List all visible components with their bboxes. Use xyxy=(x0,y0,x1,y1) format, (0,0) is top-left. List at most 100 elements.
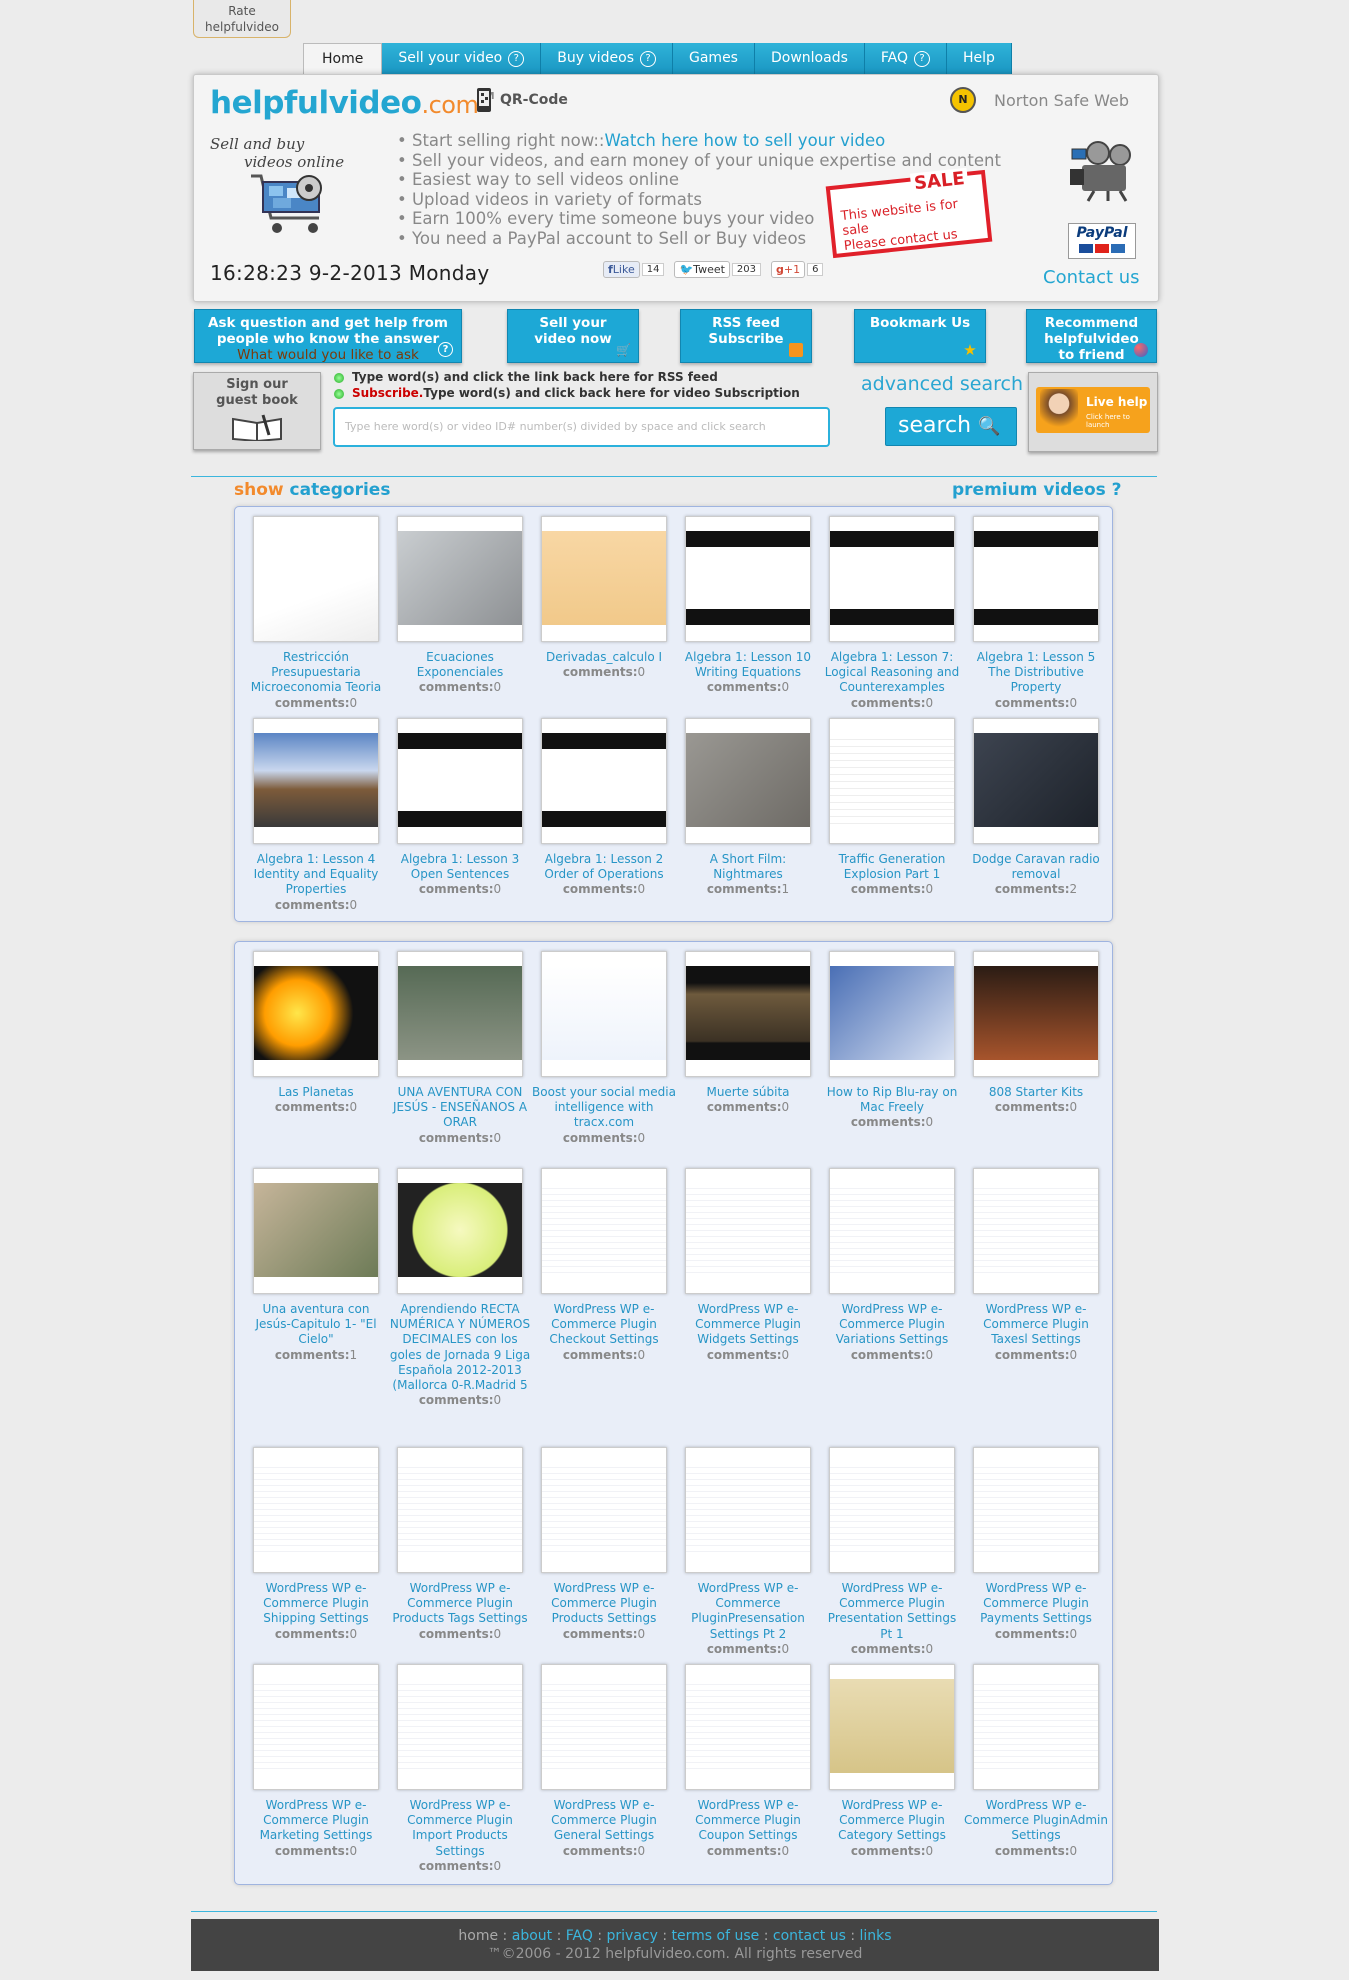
video-thumbnail[interactable] xyxy=(829,516,955,642)
video-card[interactable]: WordPress WP e-Commerce Plugin Payments … xyxy=(964,1447,1108,1642)
video-card[interactable]: Algebra 1: Lesson 4 Identity and Equalit… xyxy=(244,718,388,913)
video-thumbnail[interactable] xyxy=(253,1168,379,1294)
video-title[interactable]: Muerte súbita xyxy=(676,1085,820,1100)
video-title[interactable]: WordPress WP e-Commerce Plugin Presentat… xyxy=(820,1581,964,1642)
recommend-button[interactable]: Recommend helpfulvideo to friend xyxy=(1026,309,1157,363)
video-thumbnail[interactable] xyxy=(253,1447,379,1573)
video-card[interactable]: WordPress WP e-Commerce Plugin Widgets S… xyxy=(676,1168,820,1363)
video-title[interactable]: Dodge Caravan radio removal xyxy=(964,852,1108,882)
norton-badge[interactable]: N Norton Safe Web xyxy=(950,87,1129,113)
footer-link-privacy[interactable]: privacy xyxy=(607,1928,658,1944)
video-thumbnail[interactable] xyxy=(829,1447,955,1573)
video-title[interactable]: WordPress WP e-Commerce Plugin General S… xyxy=(532,1798,676,1844)
video-title[interactable]: 808 Starter Kits xyxy=(964,1085,1108,1100)
video-thumbnail[interactable] xyxy=(973,1664,1099,1790)
rss-subscribe-button[interactable]: RSS feed Subscribe xyxy=(680,309,812,363)
contact-link[interactable]: Contact us xyxy=(1043,267,1140,288)
video-card[interactable]: Aprendiendo RECTA NUMÉRICA Y NÚMEROS DEC… xyxy=(388,1168,532,1408)
video-card[interactable]: A Short Film: Nightmares comments:1 xyxy=(676,718,820,898)
video-title[interactable]: WordPress WP e-Commerce Plugin Taxesl Se… xyxy=(964,1302,1108,1348)
video-card[interactable]: WordPress WP e-Commerce Plugin Marketing… xyxy=(244,1664,388,1859)
video-card[interactable]: WordPress WP e-Commerce Plugin Shipping … xyxy=(244,1447,388,1642)
video-thumbnail[interactable] xyxy=(685,1664,811,1790)
video-thumbnail[interactable] xyxy=(541,1168,667,1294)
video-card[interactable]: Algebra 1: Lesson 7: Logical Reasoning a… xyxy=(820,516,964,711)
video-title[interactable]: WordPress WP e-Commerce Plugin Widgets S… xyxy=(676,1302,820,1348)
search-button[interactable]: search 🔍 xyxy=(885,407,1017,446)
video-title[interactable]: WordPress WP e-Commerce Plugin Import Pr… xyxy=(388,1798,532,1859)
video-title[interactable]: WordPress WP e-Commerce Plugin Marketing… xyxy=(244,1798,388,1844)
video-card[interactable]: WordPress WP e-Commerce Plugin Products … xyxy=(388,1447,532,1642)
video-card[interactable]: Derivadas_calculo Icomments:0 xyxy=(532,516,676,680)
video-thumbnail[interactable] xyxy=(685,1168,811,1294)
video-title[interactable]: Ecuaciones Exponenciales xyxy=(388,650,532,680)
video-thumbnail[interactable] xyxy=(253,1664,379,1790)
video-thumbnail[interactable] xyxy=(685,516,811,642)
video-card[interactable]: WordPress WP e-Commerce Plugin General S… xyxy=(532,1664,676,1859)
video-thumbnail[interactable] xyxy=(253,516,379,642)
video-thumbnail[interactable] xyxy=(541,1447,667,1573)
video-card[interactable]: Algebra 1: Lesson 2 Order of Operations c… xyxy=(532,718,676,898)
video-card[interactable]: WordPress WP e-Commerce Plugin Presentat… xyxy=(820,1447,964,1657)
video-thumbnail[interactable] xyxy=(541,718,667,844)
video-thumbnail[interactable] xyxy=(397,516,523,642)
paypal-badge[interactable]: PayPal xyxy=(1068,223,1136,259)
video-title[interactable]: WordPress WP e-Commerce Plugin Payments … xyxy=(964,1581,1108,1627)
video-card[interactable]: How to Rip Blu-ray on Mac Freely comments… xyxy=(820,951,964,1131)
video-thumbnail[interactable] xyxy=(685,718,811,844)
video-title[interactable]: Algebra 1: Lesson 7: Logical Reasoning a… xyxy=(820,650,964,696)
video-thumbnail[interactable] xyxy=(541,1664,667,1790)
search-input[interactable]: Type here word(s) or video ID# number(s)… xyxy=(333,407,830,447)
video-card[interactable]: UNA AVENTURA CON JESÚS - ENSEÑANOS A ORA… xyxy=(388,951,532,1146)
video-title[interactable]: WordPress WP e-Commerce Plugin Shipping … xyxy=(244,1581,388,1627)
video-thumbnail[interactable] xyxy=(253,951,379,1077)
video-card[interactable]: Boost your social media intelligence wit… xyxy=(532,951,676,1146)
tweet-button[interactable]: 🐦Tweet xyxy=(674,261,730,278)
video-card[interactable]: Algebra 1: Lesson 10 Writing Equations co… xyxy=(676,516,820,696)
video-card[interactable]: WordPress WP e-Commerce Plugin Import Pr… xyxy=(388,1664,532,1874)
facebook-like-button[interactable]: fLike xyxy=(603,261,640,278)
rate-button[interactable]: Rate helpfulvideo xyxy=(193,0,291,38)
video-title[interactable]: WordPress WP e-Commerce PluginPresensati… xyxy=(676,1581,820,1642)
live-help-button[interactable]: Live help Click here to launch xyxy=(1028,372,1158,452)
video-title[interactable]: WordPress WP e-Commerce Plugin Variation… xyxy=(820,1302,964,1348)
tab-buy-videos[interactable]: Buy videos? xyxy=(541,43,673,74)
video-thumbnail[interactable] xyxy=(397,1447,523,1573)
footer-link-about[interactable]: about xyxy=(512,1928,552,1944)
video-title[interactable]: Aprendiendo RECTA NUMÉRICA Y NÚMEROS DEC… xyxy=(388,1302,532,1393)
video-title[interactable]: Boost your social media intelligence wit… xyxy=(532,1085,676,1131)
video-title[interactable]: WordPress WP e-Commerce Plugin Products … xyxy=(532,1581,676,1627)
video-thumbnail[interactable] xyxy=(829,951,955,1077)
video-title[interactable]: Algebra 1: Lesson 10 Writing Equations xyxy=(676,650,820,680)
video-card[interactable]: WordPress WP e-Commerce Plugin Taxesl Se… xyxy=(964,1168,1108,1363)
video-card[interactable]: WordPress WP e-Commerce Plugin Category … xyxy=(820,1664,964,1859)
tab-home[interactable]: Home xyxy=(303,43,383,75)
site-logo[interactable]: helpfulvideo.comTM xyxy=(210,85,495,121)
bookmark-button[interactable]: Bookmark Us ★ xyxy=(854,309,986,363)
ask-question-button[interactable]: Ask question and get help from people wh… xyxy=(194,309,462,363)
video-card[interactable]: Traffic Generation Explosion Part 1 comme… xyxy=(820,718,964,898)
video-thumbnail[interactable] xyxy=(973,951,1099,1077)
video-title[interactable]: Algebra 1: Lesson 3 Open Sentences xyxy=(388,852,532,882)
footer-link-contact-us[interactable]: contact us xyxy=(773,1928,846,1944)
video-thumbnail[interactable] xyxy=(973,1447,1099,1573)
tab-sell-your-video[interactable]: Sell your video? xyxy=(382,43,542,74)
gplus-button[interactable]: g+1 xyxy=(771,261,806,278)
video-thumbnail[interactable] xyxy=(829,1168,955,1294)
video-title[interactable]: Algebra 1: Lesson 4 Identity and Equalit… xyxy=(244,852,388,898)
video-card[interactable]: Una aventura con Jesús-Capitulo 1- "El C… xyxy=(244,1168,388,1363)
guestbook-button[interactable]: Sign our guest book xyxy=(193,372,321,450)
video-thumbnail[interactable] xyxy=(541,516,667,642)
video-card[interactable]: WordPress WP e-Commerce PluginPresensati… xyxy=(676,1447,820,1657)
video-card[interactable]: Las Planetas comments:0 xyxy=(244,951,388,1115)
video-title[interactable]: Derivadas_calculo I xyxy=(532,650,676,665)
video-title[interactable]: How to Rip Blu-ray on Mac Freely xyxy=(820,1085,964,1115)
video-thumbnail[interactable] xyxy=(829,1664,955,1790)
video-thumbnail[interactable] xyxy=(685,1447,811,1573)
tab-faq[interactable]: FAQ? xyxy=(864,43,947,74)
video-card[interactable]: Muerte súbita comments:0 xyxy=(676,951,820,1115)
video-title[interactable]: WordPress WP e-Commerce Plugin Products … xyxy=(388,1581,532,1627)
video-title[interactable]: WordPress WP e-Commerce PluginAdmin Sett… xyxy=(964,1798,1108,1844)
video-thumbnail[interactable] xyxy=(253,718,379,844)
tab-help[interactable]: Help xyxy=(947,43,1012,74)
